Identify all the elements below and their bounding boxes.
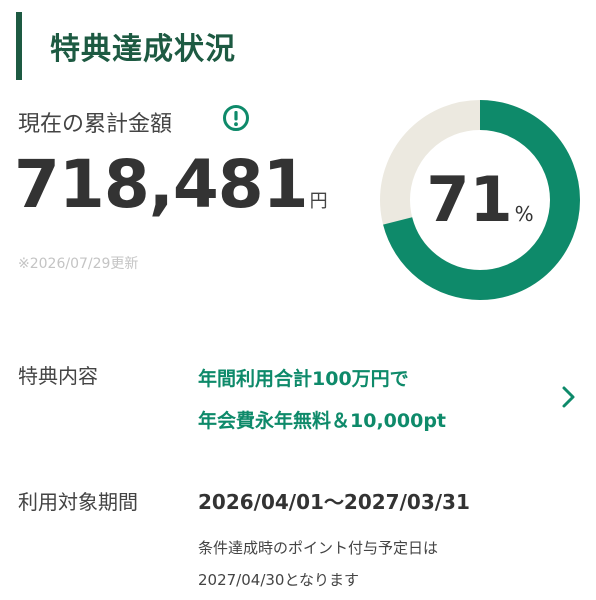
- benefit-label: 特典内容: [18, 364, 98, 388]
- section-header: 特典達成状況: [16, 12, 576, 80]
- progress-percent: 71%: [380, 100, 580, 300]
- total-amount-label: 現在の累計金額: [18, 112, 173, 137]
- benefit-text-line-2: 年会費永年無料＆10,000pt: [198, 410, 447, 432]
- period-note-line-1: 条件達成時のポイント付与予定日は: [198, 539, 439, 557]
- chevron-right-icon[interactable]: [560, 384, 578, 410]
- page-title: 特典達成状況: [50, 32, 236, 67]
- benefit-row[interactable]: 特典内容 年間利用合計100万円で 年会費永年無料＆10,000pt: [0, 350, 596, 446]
- total-amount-unit: 円: [309, 191, 328, 212]
- exclamation-circle-icon[interactable]: [222, 104, 250, 132]
- updated-date-note: ※2026/07/29更新: [18, 256, 139, 272]
- progress-percent-unit: %: [514, 202, 534, 226]
- period-label: 利用対象期間: [18, 490, 138, 514]
- total-amount-value: 718,481: [14, 146, 309, 223]
- total-amount: 718,481 円: [14, 146, 328, 223]
- period-row: 利用対象期間 2026/04/01〜2027/03/31 条件達成時のポイント付…: [0, 478, 596, 598]
- period-note-line-2: 2027/04/30となります: [198, 571, 360, 589]
- header-accent-bar: [16, 12, 22, 80]
- period-value: 2026/04/01〜2027/03/31: [198, 490, 470, 514]
- benefit-text-line-1: 年間利用合計100万円で: [198, 368, 409, 390]
- progress-percent-value: 71: [426, 163, 513, 236]
